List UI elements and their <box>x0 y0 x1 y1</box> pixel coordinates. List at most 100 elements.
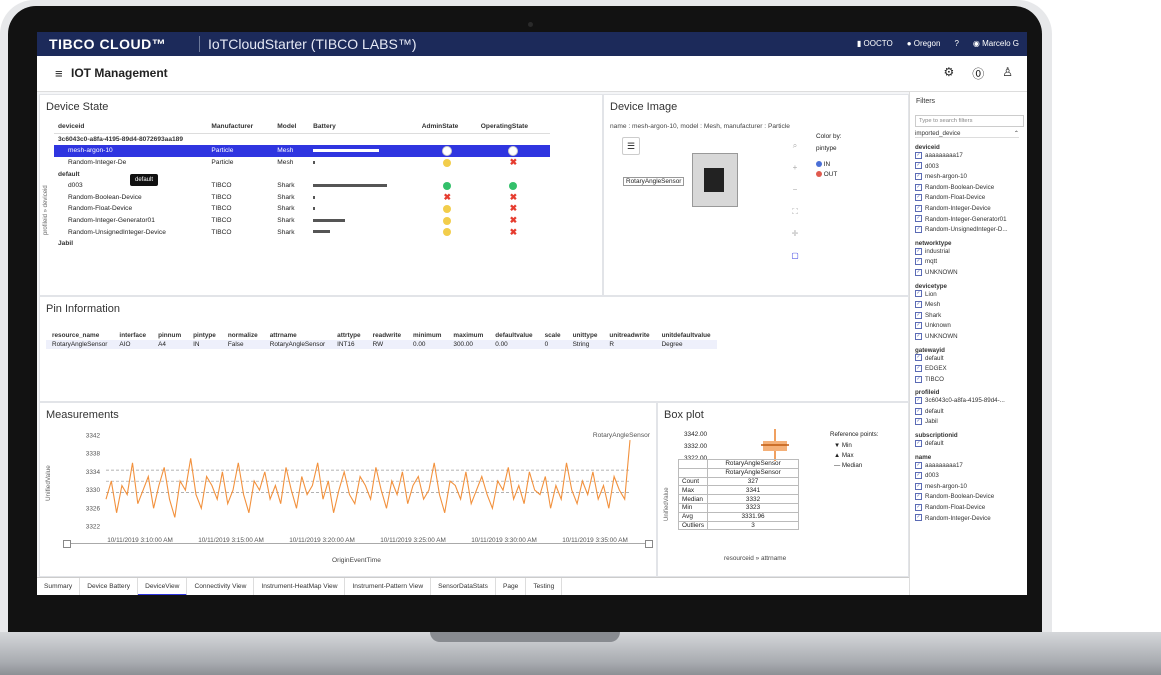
brand-logo[interactable]: TIBCO CLOUD™ <box>49 36 166 52</box>
tab[interactable]: Instrument-Pattern View <box>345 578 432 595</box>
checkbox-checked-icon[interactable]: ✓ <box>915 162 922 170</box>
checkbox-checked-icon[interactable]: ✓ <box>915 332 922 340</box>
table-row[interactable]: d003 TIBCO Shark <box>54 180 550 192</box>
checkbox-checked-icon[interactable]: ✓ <box>915 375 922 383</box>
column-header[interactable]: OperatingState <box>476 121 550 134</box>
column-header[interactable]: Battery <box>309 121 418 134</box>
filter-item[interactable]: ✓ mqtt <box>915 257 1023 268</box>
column-header[interactable]: unitreadwrite <box>603 331 655 340</box>
checkbox-checked-icon[interactable]: ✓ <box>915 503 922 511</box>
checkbox-checked-icon[interactable]: ✓ <box>915 354 922 362</box>
zoom-in-icon[interactable]: + <box>788 157 802 179</box>
checkbox-checked-icon[interactable]: ✓ <box>915 226 922 234</box>
checkbox-checked-icon[interactable]: ✓ <box>915 439 922 447</box>
filter-item[interactable]: ✓ Shark <box>915 311 1023 322</box>
checkbox-checked-icon[interactable]: ✓ <box>915 482 922 490</box>
layers-icon[interactable]: ☰ <box>622 137 640 155</box>
table-row[interactable]: mesh-argon-10 Particle Mesh <box>54 145 550 157</box>
search-icon[interactable]: ⌕ <box>788 135 802 157</box>
filter-item[interactable]: ✓ EDGEX <box>915 364 1023 375</box>
filter-item[interactable]: ✓ 3c6043c0-a8fa-4195-89d4-... <box>915 396 1023 407</box>
table-row[interactable]: Random-Boolean-Device TIBCO Shark ✖ ✖ <box>54 192 550 204</box>
tab[interactable]: Testing <box>526 578 563 595</box>
column-header[interactable]: pintype <box>187 331 222 340</box>
checkbox-checked-icon[interactable]: ✓ <box>915 215 922 223</box>
tab[interactable]: Summary <box>37 578 81 595</box>
table-row[interactable]: RotaryAngleSensor AIO A4 IN False RotaryAngle… <box>46 340 717 349</box>
user-icon[interactable]: ♙ <box>1002 65 1013 82</box>
filter-item[interactable]: ✓ mesh-argon-10 <box>915 172 1023 183</box>
checkbox-checked-icon[interactable]: ✓ <box>915 418 922 426</box>
column-header[interactable]: Model <box>273 121 310 134</box>
filter-item[interactable]: ✓ Random-Integer-Device <box>915 514 1023 525</box>
checkbox-checked-icon[interactable]: ✓ <box>915 311 922 319</box>
user-menu[interactable]: ◉ Marcelo G <box>973 39 1019 48</box>
column-header[interactable]: deviceid <box>54 121 208 134</box>
slider-handle-left[interactable] <box>63 540 71 548</box>
filter-item[interactable]: ✓ Random-Float-Device <box>915 503 1023 514</box>
filter-item[interactable]: ✓ default <box>915 439 1023 450</box>
table-row[interactable]: Random-Integer-De Particle Mesh ✖ <box>54 157 550 169</box>
table-row[interactable]: Random-UnsignedInteger-Device TIBCO Shark ✖ <box>54 226 550 238</box>
filter-item[interactable]: ✓ Jabil <box>915 417 1023 428</box>
filter-item[interactable]: ✓ Random-Integer-Device <box>915 204 1023 215</box>
tab[interactable]: Device Battery <box>80 578 139 595</box>
column-header[interactable]: normalize <box>222 331 264 340</box>
time-range-slider[interactable] <box>63 540 653 548</box>
filter-item[interactable]: ✓ Mesh <box>915 300 1023 311</box>
checkbox-checked-icon[interactable]: ✓ <box>915 472 922 480</box>
slider-handle-right[interactable] <box>645 540 653 548</box>
filter-item[interactable]: ✓ aaaaaaaaa17 <box>915 461 1023 472</box>
checkbox-checked-icon[interactable]: ✓ <box>915 397 922 405</box>
column-header[interactable]: interface <box>113 331 152 340</box>
select-icon[interactable]: ▢ <box>788 245 802 267</box>
region-switcher[interactable]: ● Oregon <box>907 39 941 48</box>
group-row[interactable]: 3c6043c0-a8fa-4195-89d4-8072693aa189 <box>54 133 550 145</box>
checkbox-checked-icon[interactable]: ✓ <box>915 247 922 255</box>
checkbox-checked-icon[interactable]: ✓ <box>915 461 922 469</box>
checkbox-checked-icon[interactable]: ✓ <box>915 258 922 266</box>
checkbox-checked-icon[interactable]: ✓ <box>915 407 922 415</box>
filter-item[interactable]: ✓ Random-Float-Device <box>915 193 1023 204</box>
column-header[interactable]: unittype <box>567 331 604 340</box>
tab[interactable]: DeviceView <box>138 578 188 595</box>
filter-item[interactable]: ✓ d003 <box>915 471 1023 482</box>
column-header[interactable]: attrtype <box>331 331 366 340</box>
group-row[interactable]: default <box>54 168 550 180</box>
filter-item[interactable]: ✓ UNKNOWN <box>915 332 1023 343</box>
column-header[interactable]: Manufacturer <box>207 121 274 134</box>
filter-item[interactable]: ✓ Random-Boolean-Device <box>915 183 1023 194</box>
filter-item[interactable]: ✓ mesh-argon-10 <box>915 482 1023 493</box>
filters-table-name[interactable]: imported_device ⌃ <box>915 130 1019 138</box>
tab[interactable]: Connectivity View <box>187 578 255 595</box>
checkbox-checked-icon[interactable]: ✓ <box>915 514 922 522</box>
zoom-out-icon[interactable]: − <box>788 179 802 201</box>
group-row[interactable]: Jabil <box>54 238 550 250</box>
filter-item[interactable]: ✓ default <box>915 354 1023 365</box>
checkbox-checked-icon[interactable]: ✓ <box>915 268 922 276</box>
pan-icon[interactable]: ✛ <box>788 223 802 245</box>
settings-gear-icon[interactable]: ⚙ <box>943 65 954 82</box>
filter-item[interactable]: ✓ Random-Boolean-Device <box>915 492 1023 503</box>
tab[interactable]: Page <box>496 578 527 595</box>
org-switcher[interactable]: ▮ OOCTO <box>857 39 893 48</box>
checkbox-checked-icon[interactable]: ✓ <box>915 194 922 202</box>
column-header[interactable]: unitdefaultvalue <box>656 331 717 340</box>
checkbox-checked-icon[interactable]: ✓ <box>915 183 922 191</box>
filter-item[interactable]: ✓ TIBCO <box>915 375 1023 386</box>
column-header[interactable]: defaultvalue <box>489 331 538 340</box>
checkbox-checked-icon[interactable]: ✓ <box>915 290 922 298</box>
column-header[interactable]: AdminState <box>417 121 477 134</box>
color-by-value[interactable]: pintype <box>816 145 837 152</box>
help-circle-icon[interactable]: ⓪ <box>972 65 984 82</box>
fit-icon[interactable]: ⛶ <box>788 201 802 223</box>
filter-item[interactable]: ✓ Lion <box>915 290 1023 301</box>
filter-item[interactable]: ✓ Random-Integer-Generator01 <box>915 215 1023 226</box>
column-header[interactable]: readwrite <box>367 331 407 340</box>
table-row[interactable]: Random-Integer-Generator01 TIBCO Shark ✖ <box>54 215 550 227</box>
checkbox-checked-icon[interactable]: ✓ <box>915 300 922 308</box>
column-header[interactable]: minimum <box>407 331 447 340</box>
filter-item[interactable]: ✓ Unknown <box>915 321 1023 332</box>
tab[interactable]: SensorDataStats <box>431 578 496 595</box>
filter-item[interactable]: ✓ d003 <box>915 162 1023 173</box>
